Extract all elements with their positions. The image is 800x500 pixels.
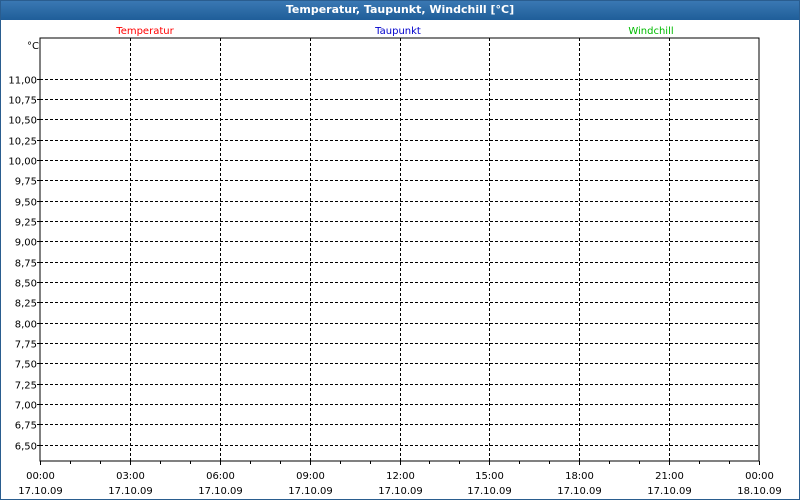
y-tick-label: 9,00 [15,238,37,249]
y-tick-label: 7,75 [15,340,37,351]
axis-layer: 6,50 6,75 7,00 7,25 7,50 7,75 8,00 8,25 8,50 8,75… [8,41,781,497]
y-tick-label: 8,75 [15,259,37,270]
y-tick-label: 8,50 [15,279,37,290]
y-tick-label: 10,50 [8,116,37,127]
y-tick-label: 10,00 [8,157,37,168]
y-tick-label: 6,50 [15,442,37,453]
y-tick-label: 6,75 [15,421,37,432]
legend-taupunkt: Taupunkt [374,26,421,37]
y-tick-label: 10,75 [8,96,37,107]
x-tick-time: 00:00 [745,471,774,482]
x-tick-date: 17.10.09 [467,486,512,497]
y-tick-label: 8,25 [15,299,37,310]
y-tick-label: 7,00 [15,401,37,412]
y-axis-unit: °C [27,41,39,52]
legend-temperatur: Temperatur [115,26,174,37]
x-tick-time: 06:00 [206,471,235,482]
x-tick-time: 09:00 [296,471,325,482]
x-tick-time: 15:00 [475,471,504,482]
x-tick-time: 03:00 [116,471,145,482]
y-tick-label: 7,25 [15,381,37,392]
y-tick-label: 9,25 [15,218,37,229]
x-tick-date: 17.10.09 [647,486,692,497]
x-tick-date: 18.10.09 [737,486,782,497]
chart-svg: Temperatur Taupunkt Windchill 6,50 6,75 7,00… [8,26,781,497]
plot-frame [39,37,760,462]
y-tick-label: 8,00 [15,320,37,331]
y-tick-label: 9,50 [15,198,37,209]
y-tick-label: 7,50 [15,360,37,371]
y-tick-label: 9,75 [15,177,37,188]
x-tick-date: 17.10.09 [288,486,333,497]
x-tick-time: 21:00 [655,471,684,482]
grid-layer [39,37,760,462]
x-tick-date: 17.10.09 [557,486,602,497]
y-tick-label: 10,25 [8,137,37,148]
x-tick-time: 00:00 [26,471,55,482]
legend-layer: Temperatur Taupunkt Windchill [115,26,673,37]
chart-window: Temperatur, Taupunkt, Windchill [°C] Tem… [0,0,800,500]
y-tick-label: 11,00 [8,76,37,87]
legend-windchill: Windchill [628,26,673,37]
x-tick-date: 17.10.09 [18,486,63,497]
x-tick-time: 12:00 [386,471,415,482]
x-tick-date: 17.10.09 [378,486,423,497]
x-tick-time: 18:00 [565,471,594,482]
x-tick-date: 17.10.09 [198,486,243,497]
x-tick-date: 17.10.09 [108,486,153,497]
